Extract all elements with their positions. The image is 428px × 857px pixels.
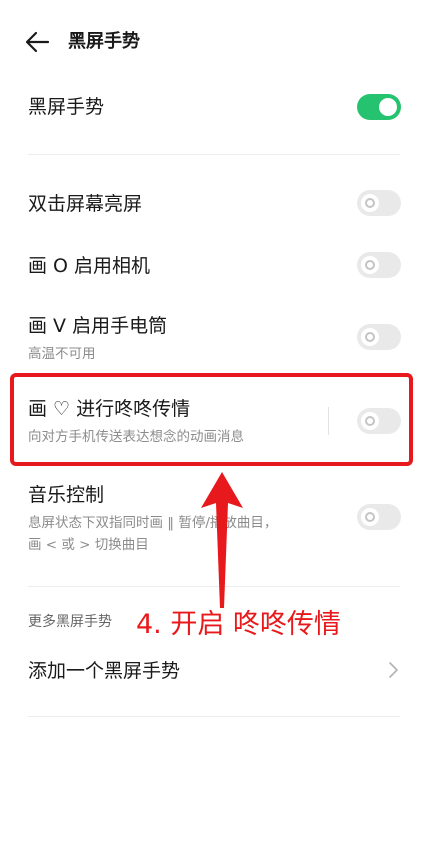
gesture-subtitle-line2: 画 < 或 > 切换曲目 <box>28 537 149 553</box>
toggle-knob <box>361 194 379 212</box>
camera-gesture-toggle[interactable] <box>357 252 401 278</box>
gesture-row-flashlight[interactable]: 画 V 启用手电筒 高温不可用 <box>0 304 428 370</box>
gesture-title: 双击屏幕亮屏 <box>28 193 143 215</box>
flashlight-gesture-toggle[interactable] <box>357 324 401 350</box>
master-gesture-row[interactable]: 黑屏手势 <box>0 86 428 154</box>
app-header: 黑屏手势 <box>0 0 428 86</box>
gesture-row-double-tap[interactable]: 双击屏幕亮屏 <box>0 180 428 228</box>
master-gesture-label: 黑屏手势 <box>28 96 105 118</box>
add-gesture-row[interactable]: 添加一个黑屏手势 <box>0 648 428 694</box>
gesture-title: 音乐控制 <box>28 484 105 506</box>
divider <box>28 154 400 155</box>
arrow-left-icon[interactable] <box>22 28 52 56</box>
toggle-knob <box>361 256 379 274</box>
gesture-subtitle: 高温不可用 <box>28 346 96 362</box>
gesture-title: 画 V 启用手电筒 <box>28 315 168 337</box>
section-label: 更多黑屏手势 <box>28 614 112 630</box>
master-gesture-toggle[interactable] <box>357 94 401 120</box>
music-gesture-toggle[interactable] <box>357 504 401 530</box>
gesture-row-camera[interactable]: 画 O 启用相机 <box>0 242 428 290</box>
add-gesture-label: 添加一个黑屏手势 <box>28 660 181 682</box>
page-title: 黑屏手势 <box>68 31 140 52</box>
arrow-up-icon <box>201 472 243 608</box>
chevron-right-icon <box>389 662 398 678</box>
divider <box>28 716 400 717</box>
annotation-text: 4. 开启 咚咚传情 <box>136 609 341 640</box>
highlight-box <box>10 373 413 466</box>
gesture-title: 画 O 启用相机 <box>28 255 151 277</box>
toggle-knob <box>379 98 397 116</box>
toggle-knob <box>361 508 379 526</box>
double-tap-toggle[interactable] <box>357 190 401 216</box>
toggle-knob <box>361 328 379 346</box>
